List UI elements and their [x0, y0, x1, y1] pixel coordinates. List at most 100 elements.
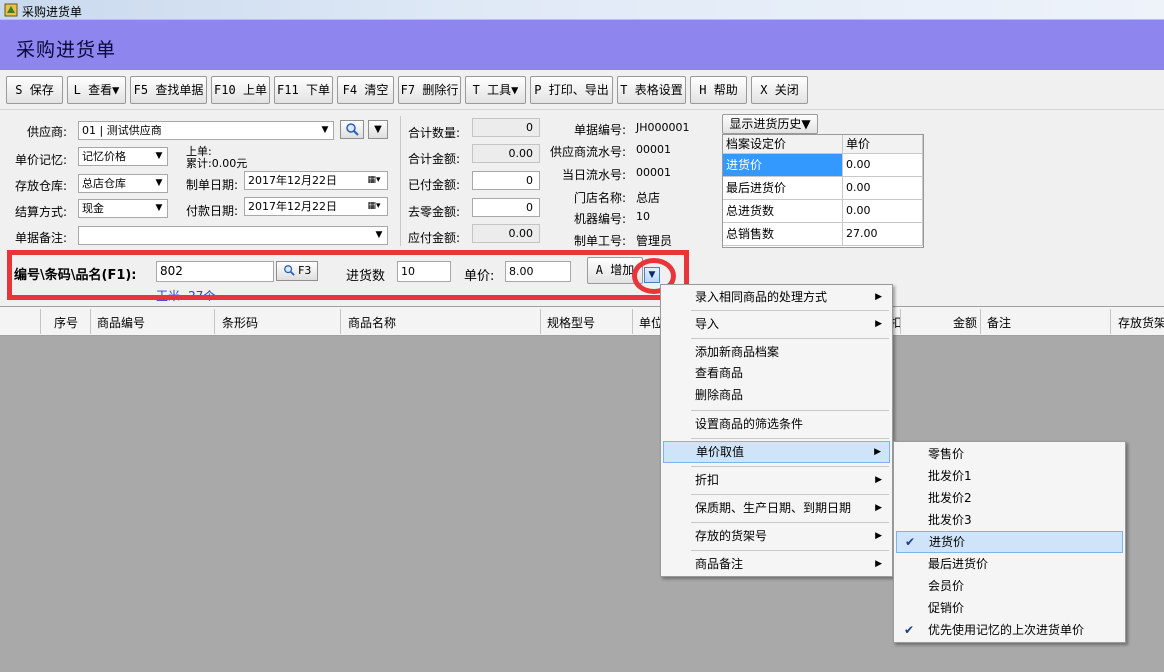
supplier-dropdown-button[interactable]: ▼: [368, 120, 388, 139]
save-button[interactable]: S 保存: [6, 76, 63, 104]
menu-item-price-source[interactable]: 单价取值 ▶: [663, 441, 890, 463]
menu-separator: [691, 466, 889, 467]
menu-separator: [691, 550, 889, 551]
total-qty-label: 合计数量:: [408, 126, 461, 140]
menu-item-delete-product[interactable]: 删除商品: [663, 384, 890, 406]
clear-button[interactable]: F4 清空: [337, 76, 394, 104]
view-button[interactable]: L 查看▼: [67, 76, 126, 104]
column-header[interactable]: 金额: [953, 314, 977, 331]
supplier-select[interactable]: 01 | 测试供应商 ▼: [78, 121, 334, 140]
tools-button[interactable]: T 工具▼: [465, 76, 526, 104]
paid-amount-input[interactable]: 0: [472, 171, 540, 190]
menu-item-shelf-number[interactable]: 存放的货架号 ▶: [663, 525, 890, 547]
submenu-item-label: 优先使用记忆的上次进货单价: [928, 623, 1085, 637]
chevron-down-icon: ▼: [155, 151, 163, 161]
previous-document-button[interactable]: F10 上单: [211, 76, 270, 104]
column-header[interactable]: 规格型号: [547, 314, 595, 331]
column-header[interactable]: 存放货架: [1118, 314, 1164, 331]
menu-item-label: 保质期、生产日期、到期日期: [695, 501, 852, 515]
machine-no-label: 机器编号:: [574, 212, 627, 226]
price-memory-value: 记忆价格: [82, 150, 126, 163]
pay-date-picker[interactable]: 2017年12月22日 ▦▾: [244, 197, 388, 216]
column-header[interactable]: 商品名称: [348, 314, 396, 331]
column-divider: [980, 309, 981, 334]
toolbar: S 保存 L 查看▼ F5 查找单据 F10 上单 F11 下单 F4 清空 F…: [0, 70, 1164, 110]
column-divider: [340, 309, 341, 334]
create-date-picker[interactable]: 2017年12月22日 ▦▾: [244, 171, 388, 190]
calendar-icon[interactable]: ▦▾: [363, 172, 385, 189]
supplier-serial-value: 00001: [636, 143, 671, 156]
history-row-name[interactable]: 总销售数: [723, 223, 843, 246]
history-row-value: 0.00: [843, 200, 923, 223]
submenu-item-wholesale-3[interactable]: 批发价3: [896, 509, 1123, 531]
history-row-name[interactable]: 总进货数: [723, 200, 843, 223]
remark-input[interactable]: ▼: [78, 226, 388, 245]
delete-row-button[interactable]: F7 删除行: [398, 76, 461, 104]
rounding-amount-input[interactable]: 0: [472, 198, 540, 217]
supplier-serial-label: 供应商流水号:: [550, 145, 627, 159]
column-header[interactable]: 条形码: [222, 314, 258, 331]
chevron-down-icon: ▼: [155, 178, 163, 188]
print-export-button[interactable]: P 打印、导出: [530, 76, 613, 104]
page-title: 采购进货单: [16, 39, 117, 61]
history-row-name[interactable]: 最后进货价: [723, 177, 843, 200]
day-serial-value: 00001: [636, 166, 671, 179]
column-header[interactable]: 商品编号: [97, 314, 145, 331]
pay-date-label: 付款日期:: [186, 204, 239, 218]
submenu-item-retail-price[interactable]: 零售价: [896, 443, 1123, 465]
chevron-right-icon: ▶: [875, 319, 882, 329]
table-settings-button[interactable]: T 表格设置: [617, 76, 686, 104]
doc-no-value: JH000001: [636, 121, 690, 134]
menu-item-duplicate-handling[interactable]: 录入相同商品的处理方式 ▶: [663, 286, 890, 308]
submenu-item-promo-price[interactable]: 促销价: [896, 597, 1123, 619]
settlement-select[interactable]: 现金 ▼: [78, 199, 168, 218]
submenu-item-remembered-price[interactable]: ✔ 优先使用记忆的上次进货单价: [896, 619, 1123, 641]
find-document-button[interactable]: F5 查找单据: [130, 76, 207, 104]
rounding-amount-label: 去零金额:: [408, 205, 461, 219]
create-date-value: 2017年12月22日: [248, 174, 337, 187]
warehouse-select[interactable]: 总店仓库 ▼: [78, 174, 168, 193]
paid-amount-label: 已付金额:: [408, 178, 461, 192]
column-divider: [540, 309, 541, 334]
items-table-header: 序号 商品编号 条形码 商品名称 规格型号 单位 扣 金额 备注 存放货架: [0, 306, 1164, 336]
chevron-right-icon: ▶: [875, 559, 882, 569]
help-button[interactable]: H 帮助: [690, 76, 747, 104]
menu-item-discount[interactable]: 折扣 ▶: [663, 469, 890, 491]
submenu-item-wholesale-2[interactable]: 批发价2: [896, 487, 1123, 509]
payable-amount-field: 0.00: [472, 224, 540, 243]
menu-item-label: 单价取值: [696, 445, 745, 459]
supplier-label: 供应商:: [27, 125, 68, 139]
settlement-label: 结算方式:: [15, 205, 68, 219]
menu-item-add-product[interactable]: 添加新商品档案: [663, 341, 890, 363]
menu-separator: [691, 438, 889, 439]
next-document-button[interactable]: F11 下单: [274, 76, 333, 104]
price-memory-select[interactable]: 记忆价格 ▼: [78, 147, 168, 166]
history-row-name[interactable]: 进货价: [723, 154, 843, 177]
menu-item-product-remark[interactable]: 商品备注 ▶: [663, 553, 890, 575]
menu-item-shelf-life[interactable]: 保质期、生产日期、到期日期 ▶: [663, 497, 890, 519]
menu-item-import[interactable]: 导入 ▶: [663, 313, 890, 335]
column-header[interactable]: 序号: [54, 314, 78, 331]
menu-item-view-product[interactable]: 查看商品: [663, 362, 890, 384]
warehouse-value: 总店仓库: [82, 177, 126, 190]
chevron-right-icon: ▶: [875, 475, 882, 485]
supplier-search-button[interactable]: [340, 120, 364, 139]
column-divider: [1110, 309, 1111, 334]
column-header[interactable]: 备注: [987, 314, 1011, 331]
operator-value: 管理员: [636, 234, 673, 248]
submenu-item-purchase-price[interactable]: ✔ 进货价: [896, 531, 1123, 553]
submenu-item-last-purchase-price[interactable]: 最后进货价: [896, 553, 1123, 575]
price-memory-label: 单价记忆:: [15, 153, 68, 167]
submenu-item-member-price[interactable]: 会员价: [896, 575, 1123, 597]
menu-item-filter-conditions[interactable]: 设置商品的筛选条件: [663, 413, 890, 435]
chevron-right-icon: ▶: [875, 292, 882, 302]
chevron-right-icon: ▶: [875, 503, 882, 513]
show-history-toggle[interactable]: 显示进货历史▼: [722, 114, 818, 134]
calendar-icon[interactable]: ▦▾: [363, 198, 385, 215]
pay-date-value: 2017年12月22日: [248, 200, 337, 213]
submenu-item-wholesale-1[interactable]: 批发价1: [896, 465, 1123, 487]
menu-separator: [691, 310, 889, 311]
close-button[interactable]: X 关闭: [751, 76, 808, 104]
column-divider: [900, 309, 901, 334]
submenu-item-label: 进货价: [929, 535, 966, 549]
